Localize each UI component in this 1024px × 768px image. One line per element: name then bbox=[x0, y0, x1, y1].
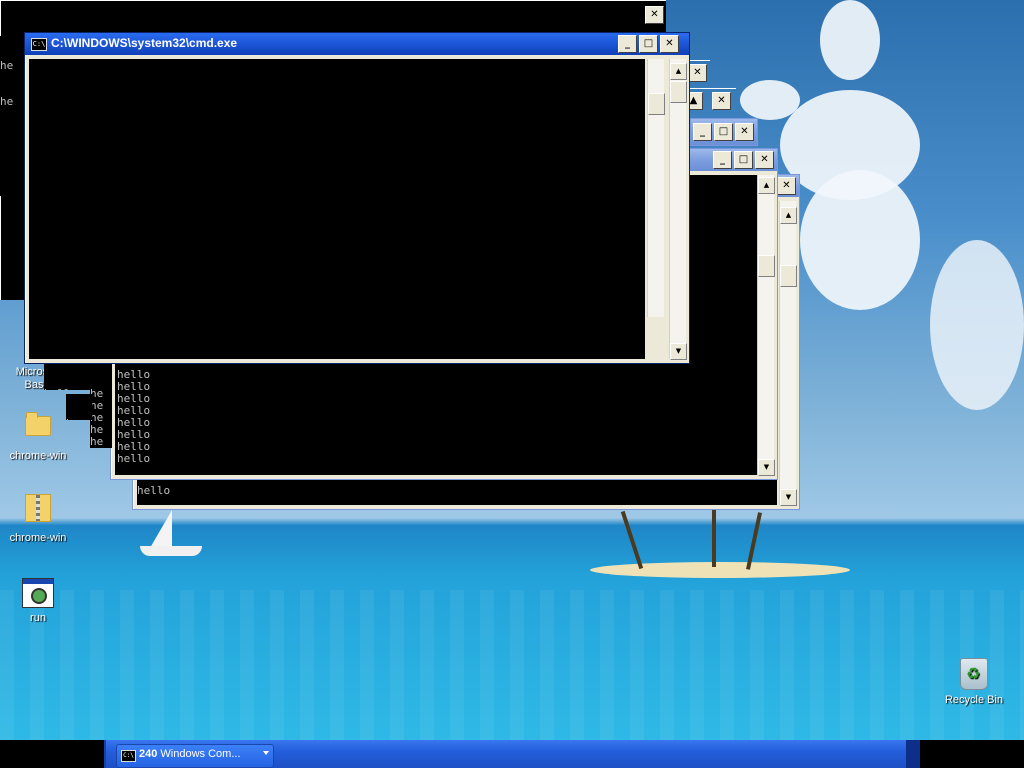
close-button[interactable]: ✕ bbox=[755, 151, 774, 169]
cmd-icon: C:\ bbox=[31, 38, 47, 51]
scroll-down-button[interactable]: ▼ bbox=[670, 343, 687, 360]
chrome-win-label: chrome-win bbox=[9, 450, 67, 462]
scroll-down-button[interactable]: ▼ bbox=[758, 459, 775, 476]
cloud bbox=[800, 170, 920, 310]
cloud bbox=[740, 80, 800, 120]
console-line: hello bbox=[44, 388, 92, 391]
window-title: C:\WINDOWS\system32\cmd.exe bbox=[51, 36, 238, 50]
minimize-button[interactable]: _ bbox=[618, 35, 637, 53]
vertical-scrollbar-outer[interactable]: ▲ ▼ bbox=[669, 59, 687, 360]
recycle-bin-icon bbox=[960, 658, 988, 690]
zip-folder-icon bbox=[25, 494, 51, 522]
minimize-button[interactable]: _ bbox=[713, 151, 732, 169]
console-window-front[interactable]: C:\ C:\WINDOWS\system32\cmd.exe _ □ ✕ ▲ … bbox=[24, 32, 690, 364]
desktop-icon-chrome-win-folder[interactable]: chrome-win bbox=[0, 412, 76, 462]
console-gap bbox=[0, 132, 24, 196]
run-label: run bbox=[30, 612, 46, 624]
taskbar-group-button[interactable]: C:\ 240 Windows Com... bbox=[116, 744, 274, 768]
console-window-stack-3[interactable]: _ □ ✕ bbox=[690, 118, 758, 146]
taskbar-group-label: 240 Windows Com... bbox=[139, 748, 241, 760]
sea bbox=[0, 590, 1024, 740]
console-fragment: he he he he he he bbox=[90, 364, 112, 448]
close-button[interactable]: ✕ bbox=[735, 123, 754, 141]
console-line: he bbox=[66, 418, 92, 421]
scroll-up-button[interactable]: ▲ bbox=[780, 207, 797, 224]
vertical-scrollbar[interactable]: ▲ ▼ bbox=[779, 201, 797, 506]
desktop-icon-recycle-bin[interactable]: Recycle Bin bbox=[936, 658, 1012, 706]
console-line: hello bbox=[137, 484, 171, 497]
system-tray[interactable] bbox=[906, 740, 920, 768]
close-button[interactable]: ✕ bbox=[777, 177, 796, 195]
console-line: he bbox=[0, 59, 14, 72]
desktop-icon-chrome-win-zip[interactable]: chrome-win bbox=[0, 494, 76, 544]
scroll-up-button[interactable]: ▲ bbox=[670, 63, 687, 80]
cloud bbox=[930, 240, 1024, 410]
recycle-bin-label: Recycle Bin bbox=[944, 694, 1004, 706]
palm-tree bbox=[746, 512, 762, 570]
dropdown-arrow-icon bbox=[263, 751, 269, 755]
minimize-button[interactable]: _ bbox=[693, 123, 712, 141]
console-fragment: hello bbox=[44, 364, 92, 390]
sailboat bbox=[150, 510, 172, 548]
taskbar-group-title: Windows Com... bbox=[160, 748, 241, 760]
taskbar-band: C:\ 240 Windows Com... bbox=[104, 740, 906, 768]
island bbox=[590, 562, 850, 578]
desktop-icon-run[interactable]: run bbox=[0, 578, 76, 624]
palm-tree bbox=[712, 505, 716, 567]
console-line: he he he he he he bbox=[90, 387, 104, 449]
scroll-down-button[interactable]: ▼ bbox=[780, 489, 797, 506]
close-button[interactable]: ✕ bbox=[688, 64, 707, 82]
maximize-button[interactable]: □ bbox=[714, 123, 733, 141]
taskbar: C:\ 240 Windows Com... bbox=[0, 740, 1024, 768]
maximize-button[interactable]: □ bbox=[639, 35, 658, 53]
scroll-thumb[interactable] bbox=[670, 81, 687, 103]
scroll-up-button[interactable]: ▲ bbox=[758, 177, 775, 194]
taskbar-group-count: 240 bbox=[139, 748, 158, 760]
close-button[interactable]: ✕ bbox=[712, 92, 731, 110]
console-line: he bbox=[0, 95, 14, 108]
run-icon bbox=[22, 578, 54, 608]
vertical-scrollbar[interactable]: ▲ ▼ bbox=[757, 175, 775, 476]
scroll-thumb[interactable] bbox=[648, 93, 665, 115]
vertical-scrollbar[interactable] bbox=[647, 59, 665, 317]
scroll-thumb[interactable] bbox=[758, 255, 775, 277]
sailboat-hull bbox=[140, 546, 202, 556]
console-output: he he he bbox=[0, 36, 24, 196]
palm-tree bbox=[620, 510, 644, 570]
console-output[interactable] bbox=[29, 59, 645, 359]
folder-icon bbox=[25, 412, 51, 436]
title-bar[interactable]: C:\ C:\WINDOWS\system32\cmd.exe bbox=[25, 33, 689, 55]
chrome-win-zip-label: chrome-win bbox=[9, 532, 67, 544]
close-button[interactable]: ✕ bbox=[660, 35, 679, 53]
close-button[interactable]: ✕ bbox=[645, 6, 664, 24]
console-lines: hello hello hello hello hello hello hell… bbox=[117, 368, 151, 465]
maximize-button[interactable]: □ bbox=[734, 151, 753, 169]
cmd-icon: C:\ bbox=[121, 750, 136, 762]
cloud bbox=[820, 0, 880, 80]
console-fragment: he bbox=[66, 394, 92, 420]
scroll-thumb[interactable] bbox=[780, 265, 797, 287]
